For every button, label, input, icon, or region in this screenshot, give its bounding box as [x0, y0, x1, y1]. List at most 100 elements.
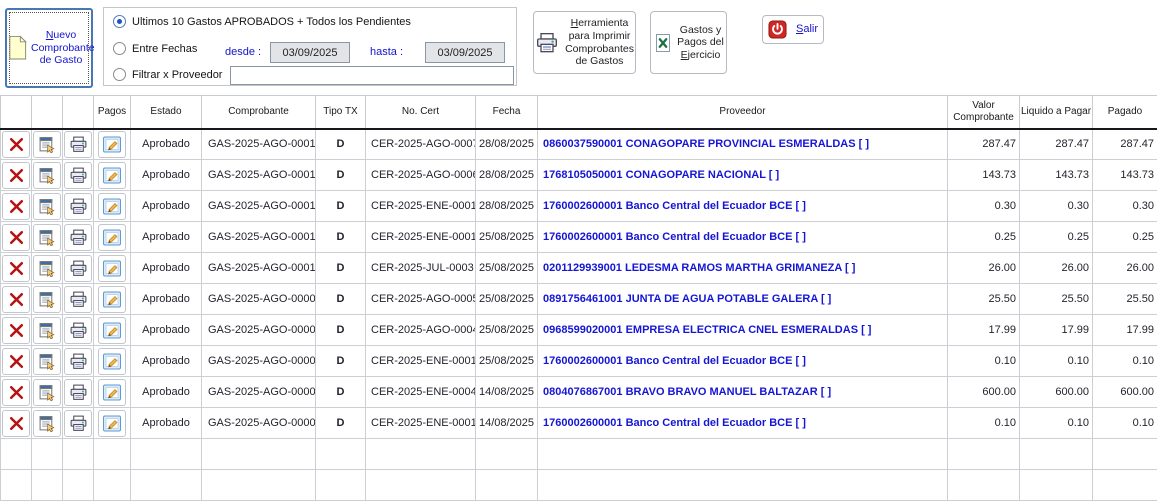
cell-liquido: 600.00: [1020, 377, 1093, 408]
pagos-edit-button[interactable]: [98, 255, 126, 282]
filter-option-last10[interactable]: Ultimos 10 Gastos APROBADOS + Todos los …: [113, 15, 411, 28]
cell-proveedor[interactable]: 0804076867001 BRAVO BRAVO MANUEL BALTAZA…: [538, 377, 948, 408]
expense-vouchers-window: Nuevo Comprobante de Gasto Ultimos 10 Ga…: [0, 0, 1157, 493]
cell-proveedor[interactable]: 0860037590001 CONAGOPARE PROVINCIAL ESME…: [538, 129, 948, 160]
radio-dates[interactable]: [113, 42, 126, 55]
properties-row-button[interactable]: [33, 131, 61, 158]
edit-pencil-icon: [102, 383, 122, 402]
cell-delete: [1, 191, 32, 222]
edit-pencil-icon: [102, 228, 122, 247]
delete-row-button[interactable]: [2, 379, 30, 406]
delete-row-button[interactable]: [2, 255, 30, 282]
printer-icon: [69, 322, 88, 339]
radio-last10[interactable]: [113, 15, 126, 28]
pagos-edit-button[interactable]: [98, 131, 126, 158]
pagos-edit-button[interactable]: [98, 286, 126, 313]
cell-comprobante: GAS-2025-AGO-00012: [202, 191, 316, 222]
header-no-cert: No. Cert: [366, 96, 476, 129]
cell-tipo-tx: D: [316, 346, 366, 377]
print-row-button[interactable]: [64, 131, 92, 158]
print-row-button[interactable]: [64, 317, 92, 344]
cell-pagos: [94, 284, 131, 315]
edit-pencil-icon: [102, 259, 122, 278]
pagos-edit-button[interactable]: [98, 317, 126, 344]
print-row-button[interactable]: [64, 348, 92, 375]
delete-row-button[interactable]: [2, 286, 30, 313]
cell-estado: Aprobado: [131, 315, 202, 346]
header-proveedor: Proveedor: [538, 96, 948, 129]
excel-export-button[interactable]: Gastos y Pagos del Ejercicio: [650, 11, 727, 74]
cell-proveedor[interactable]: 0891756461001 JUNTA DE AGUA POTABLE GALE…: [538, 284, 948, 315]
properties-row-button[interactable]: [33, 224, 61, 251]
properties-row-button[interactable]: [33, 410, 61, 437]
cell-tipo-tx: D: [316, 253, 366, 284]
pagos-edit-button[interactable]: [98, 162, 126, 189]
cell-pagado: 25.50: [1093, 284, 1157, 315]
cell-proveedor[interactable]: 0201129939001 LEDESMA RAMOS MARTHA GRIMA…: [538, 253, 948, 284]
edit-pencil-icon: [102, 352, 122, 371]
cell-proveedor[interactable]: 0968599020001 EMPRESA ELECTRICA CNEL ESM…: [538, 315, 948, 346]
pagos-edit-button[interactable]: [98, 193, 126, 220]
excel-icon: [653, 33, 673, 53]
properties-row-button[interactable]: [33, 317, 61, 344]
new-voucher-button[interactable]: Nuevo Comprobante de Gasto: [5, 8, 93, 88]
hasta-date-field[interactable]: [425, 42, 505, 63]
cell-valor: 0.10: [948, 346, 1020, 377]
cell-estado: Aprobado: [131, 160, 202, 191]
table-row: Aprobado GAS-2025-AGO-00010 D CER-2025-J…: [1, 253, 1157, 284]
printer-icon: [69, 198, 88, 215]
print-vouchers-tool-label: Herramienta para Imprimir Comprobantes d…: [565, 17, 634, 67]
print-row-button[interactable]: [64, 255, 92, 282]
cell-pagos: [94, 315, 131, 346]
delete-row-button[interactable]: [2, 348, 30, 375]
pagos-edit-button[interactable]: [98, 348, 126, 375]
properties-row-button[interactable]: [33, 162, 61, 189]
cell-proveedor[interactable]: 1760002600001 Banco Central del Ecuador …: [538, 408, 948, 439]
print-row-button[interactable]: [64, 410, 92, 437]
properties-row-button[interactable]: [33, 255, 61, 282]
print-row-button[interactable]: [64, 224, 92, 251]
header-pagos: Pagos: [94, 96, 131, 129]
properties-row-button[interactable]: [33, 348, 61, 375]
cell-pagos: [94, 160, 131, 191]
delete-row-button[interactable]: [2, 162, 30, 189]
properties-row-button[interactable]: [33, 286, 61, 313]
radio-provider[interactable]: [113, 68, 126, 81]
provider-filter-input[interactable]: [230, 66, 514, 85]
print-row-button[interactable]: [64, 162, 92, 189]
print-row-button[interactable]: [64, 193, 92, 220]
cell-proveedor[interactable]: 1760002600001 Banco Central del Ecuador …: [538, 346, 948, 377]
pagos-edit-button[interactable]: [98, 379, 126, 406]
delete-icon: [8, 353, 25, 370]
cell-proveedor[interactable]: 1768105050001 CONAGOPARE NACIONAL [ ]: [538, 160, 948, 191]
pagos-edit-button[interactable]: [98, 410, 126, 437]
cell-properties: [32, 315, 63, 346]
print-row-button[interactable]: [64, 379, 92, 406]
cell-pagos: [94, 377, 131, 408]
delete-row-button[interactable]: [2, 131, 30, 158]
delete-row-button[interactable]: [2, 224, 30, 251]
cell-fecha: 25/08/2025: [476, 315, 538, 346]
delete-row-button[interactable]: [2, 193, 30, 220]
cell-pagos: [94, 222, 131, 253]
cell-fecha: 28/08/2025: [476, 191, 538, 222]
filter-option-provider[interactable]: Filtrar x Proveedor: [113, 68, 222, 81]
exit-button[interactable]: Salir: [762, 15, 824, 44]
printer-icon: [535, 32, 559, 54]
pagos-edit-button[interactable]: [98, 224, 126, 251]
delete-row-button[interactable]: [2, 410, 30, 437]
print-row-button[interactable]: [64, 286, 92, 313]
desde-date-field[interactable]: [270, 42, 350, 63]
filter-option-dates[interactable]: Entre Fechas: [113, 42, 197, 55]
cell-no-cert: CER-2025-ENE-0001: [366, 346, 476, 377]
hasta-label: hasta :: [370, 46, 403, 58]
print-vouchers-tool-button[interactable]: Herramienta para Imprimir Comprobantes d…: [533, 11, 636, 74]
delete-row-button[interactable]: [2, 317, 30, 344]
cell-proveedor[interactable]: 1760002600001 Banco Central del Ecuador …: [538, 222, 948, 253]
cell-valor: 0.25: [948, 222, 1020, 253]
edit-pencil-icon: [102, 197, 122, 216]
properties-row-button[interactable]: [33, 379, 61, 406]
cell-fecha: 28/08/2025: [476, 160, 538, 191]
properties-row-button[interactable]: [33, 193, 61, 220]
cell-proveedor[interactable]: 1760002600001 Banco Central del Ecuador …: [538, 191, 948, 222]
